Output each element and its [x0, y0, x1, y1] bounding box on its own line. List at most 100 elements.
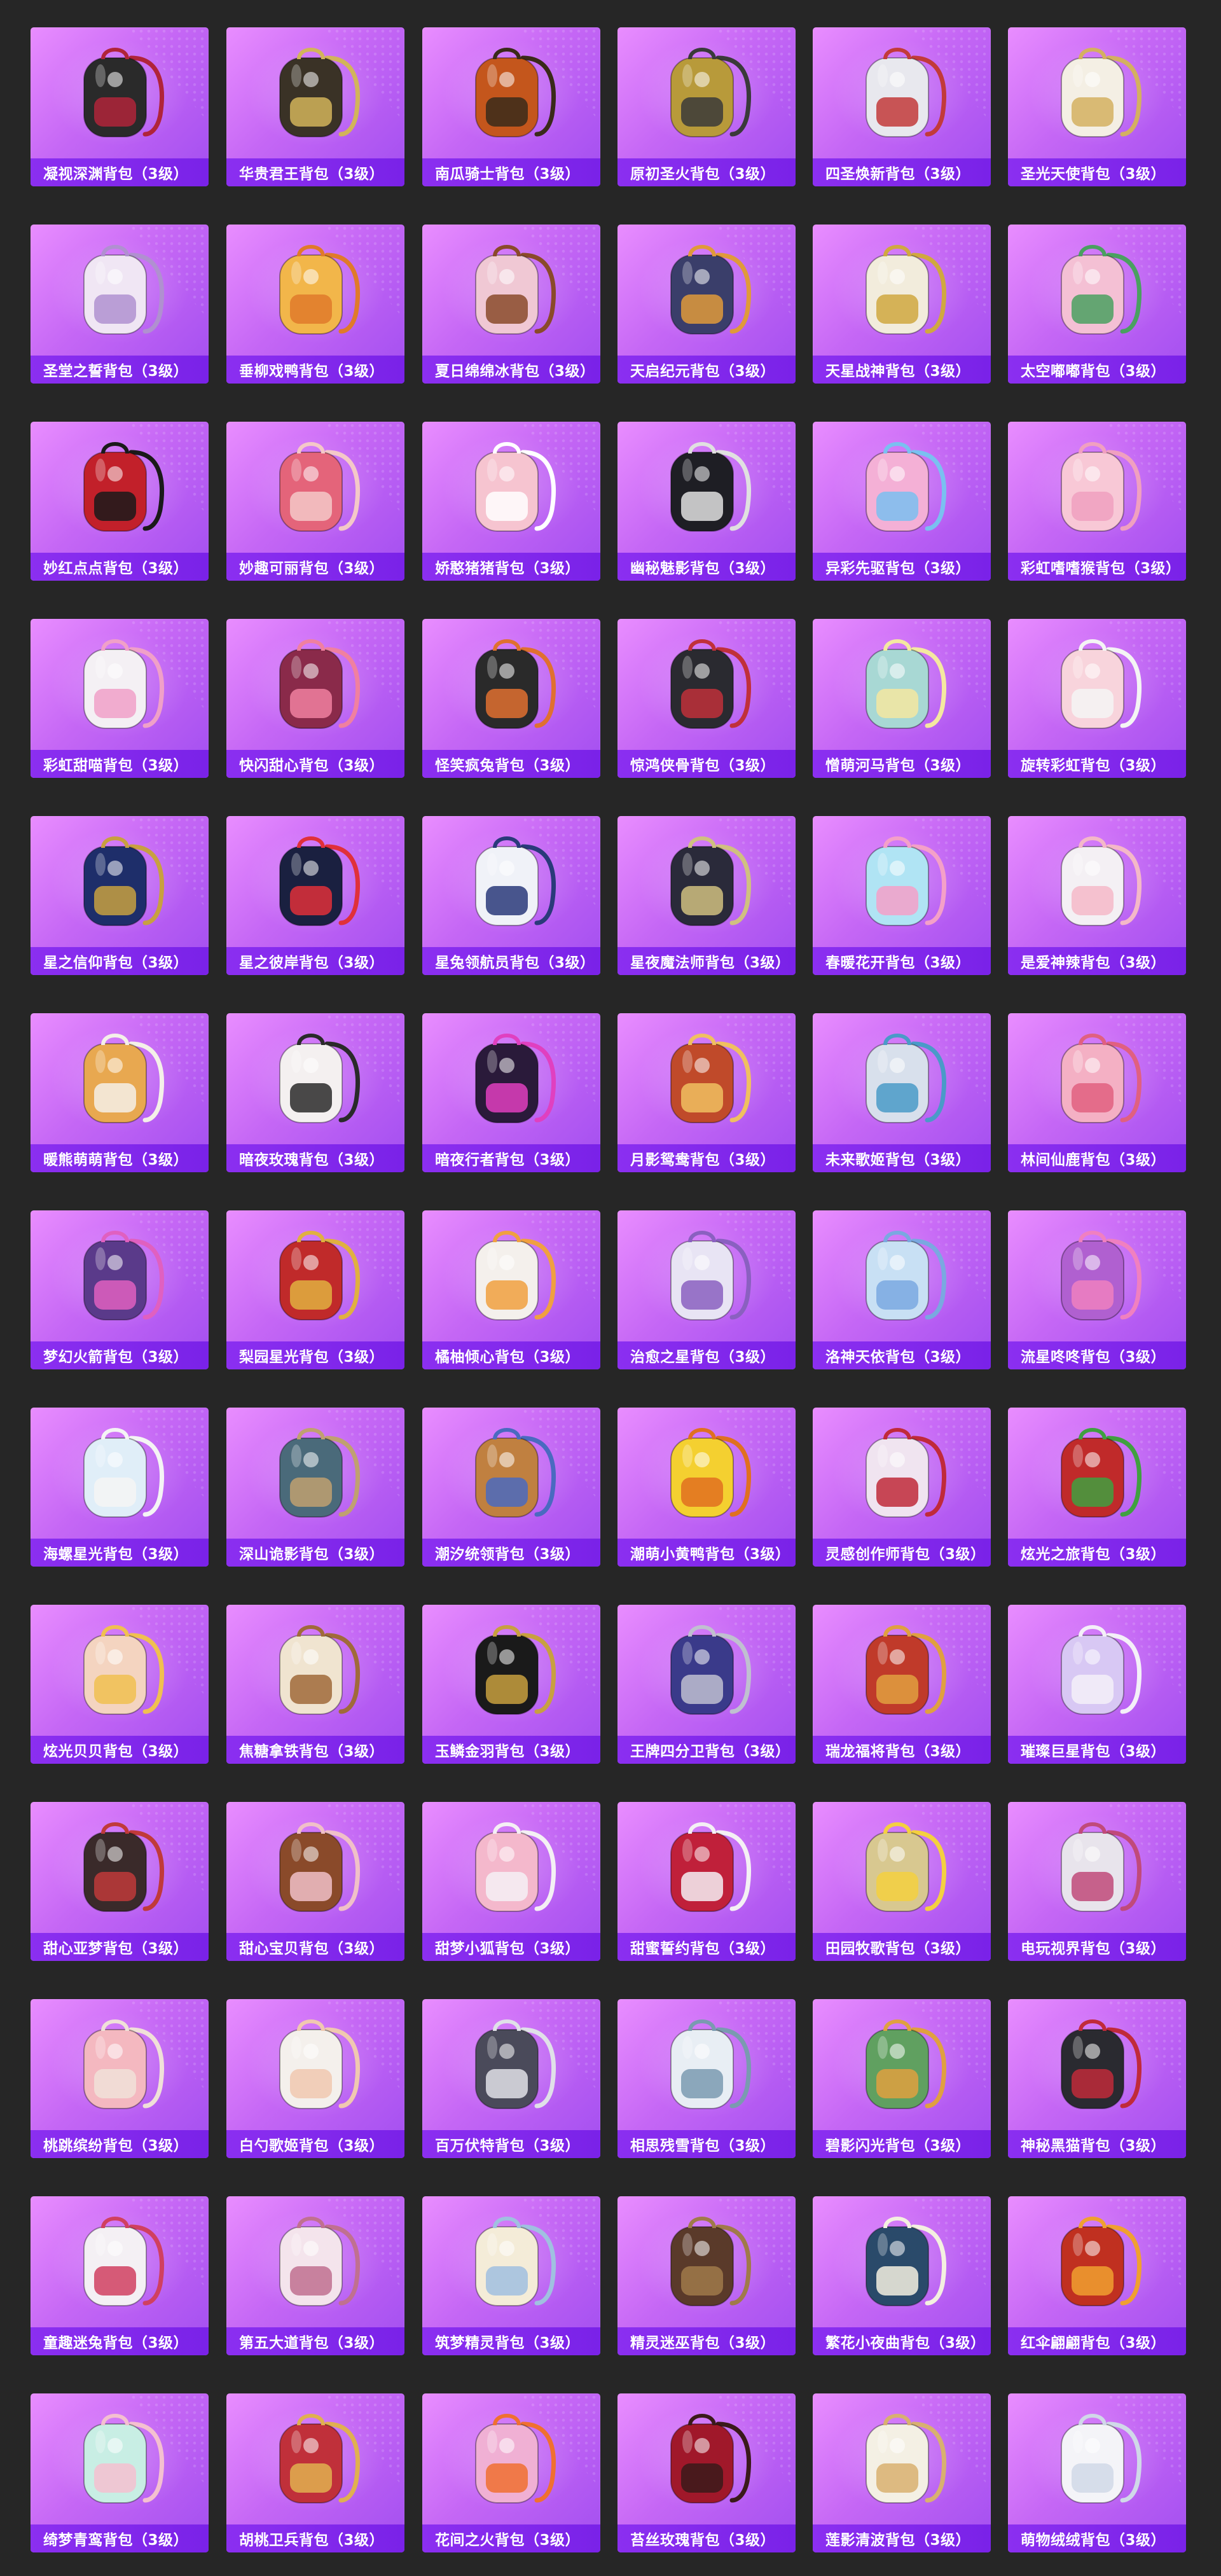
- backpack-card[interactable]: 怪笑疯兔背包（3级）: [422, 619, 600, 778]
- backpack-icon: [866, 245, 946, 335]
- item-label-bar: 海螺星光背包（3级）: [31, 1539, 209, 1567]
- backpack-icon: [670, 245, 751, 335]
- backpack-card[interactable]: 深山诡影背包（3级）: [226, 1408, 404, 1567]
- backpack-card[interactable]: 惊鸿侠骨背包（3级）: [617, 619, 796, 778]
- backpack-card[interactable]: 月影鸳鸯背包（3级）: [617, 1013, 796, 1172]
- backpack-card[interactable]: 春暖花开背包（3级）: [813, 816, 991, 975]
- backpack-card[interactable]: 花间之火背包（3级）: [422, 2393, 600, 2552]
- backpack-card[interactable]: 星兔领航员背包（3级）: [422, 816, 600, 975]
- backpack-card[interactable]: 星夜魔法师背包（3级）: [617, 816, 796, 975]
- backpack-card[interactable]: 圣堂之誓背包（3级）: [31, 225, 209, 384]
- backpack-card[interactable]: 炫光之旅背包（3级）: [1008, 1408, 1186, 1567]
- item-name: 憎萌河马背包（3级）: [825, 758, 971, 774]
- backpack-card[interactable]: 华贵君王背包（3级）: [226, 27, 404, 186]
- item-label-bar: 幽秘魅影背包（3级）: [617, 553, 796, 581]
- backpack-card[interactable]: 碧影闪光背包（3级）: [813, 1999, 991, 2158]
- backpack-card[interactable]: 白勺歌姬背包（3级）: [226, 1999, 404, 2158]
- backpack-card[interactable]: 暖熊萌萌背包（3级）: [31, 1013, 209, 1172]
- item-label-bar: 白勺歌姬背包（3级）: [226, 2130, 404, 2158]
- backpack-card[interactable]: 四圣焕新背包（3级）: [813, 27, 991, 186]
- backpack-card[interactable]: 快闪甜心背包（3级）: [226, 619, 404, 778]
- item-label-bar: 炫光贝贝背包（3级）: [31, 1736, 209, 1764]
- backpack-card[interactable]: 治愈之星背包（3级）: [617, 1210, 796, 1369]
- backpack-card[interactable]: 田园牧歌背包（3级）: [813, 1802, 991, 1961]
- backpack-card[interactable]: 流星咚咚背包（3级）: [1008, 1210, 1186, 1369]
- backpack-card[interactable]: 林间仙鹿背包（3级）: [1008, 1013, 1186, 1172]
- backpack-card[interactable]: 炫光贝贝背包（3级）: [31, 1605, 209, 1764]
- backpack-card[interactable]: 妙趣可丽背包（3级）: [226, 422, 404, 581]
- backpack-card[interactable]: 南瓜骑士背包（3级）: [422, 27, 600, 186]
- backpack-card[interactable]: 百万伏特背包（3级）: [422, 1999, 600, 2158]
- backpack-card[interactable]: 潮萌小黄鸭背包（3级）: [617, 1408, 796, 1567]
- backpack-icon: [866, 2414, 946, 2503]
- backpack-card[interactable]: 未来歌姬背包（3级）: [813, 1013, 991, 1172]
- backpack-card[interactable]: 玉鳞金羽背包（3级）: [422, 1605, 600, 1764]
- backpack-card[interactable]: 电玩视界背包（3级）: [1008, 1802, 1186, 1961]
- backpack-icon: [670, 639, 751, 729]
- backpack-card[interactable]: 彩虹嗜嗜猴背包（3级）: [1008, 422, 1186, 581]
- backpack-card[interactable]: 天启纪元背包（3级）: [617, 225, 796, 384]
- item-name: 未来歌姬背包（3级）: [825, 1152, 971, 1168]
- backpack-card[interactable]: 甜蜜誓约背包（3级）: [617, 1802, 796, 1961]
- backpack-card[interactable]: 异彩先驱背包（3级）: [813, 422, 991, 581]
- item-label-bar: 星兔领航员背包（3级）: [422, 947, 600, 975]
- backpack-card[interactable]: 童趣迷兔背包（3级）: [31, 2196, 209, 2355]
- backpack-card[interactable]: 璀璨巨星背包（3级）: [1008, 1605, 1186, 1764]
- backpack-card[interactable]: 星之信仰背包（3级）: [31, 816, 209, 975]
- backpack-card[interactable]: 神秘黑猫背包（3级）: [1008, 1999, 1186, 2158]
- backpack-card[interactable]: 灵感创作师背包（3级）: [813, 1408, 991, 1567]
- backpack-card[interactable]: 繁花小夜曲背包（3级）: [813, 2196, 991, 2355]
- backpack-card[interactable]: 暗夜玫瑰背包（3级）: [226, 1013, 404, 1172]
- backpack-card[interactable]: 甜心宝贝背包（3级）: [226, 1802, 404, 1961]
- backpack-card[interactable]: 精灵迷巫背包（3级）: [617, 2196, 796, 2355]
- backpack-card[interactable]: 憎萌河马背包（3级）: [813, 619, 991, 778]
- item-name: 怪笑疯兔背包（3级）: [435, 758, 581, 774]
- item-label-bar: 碧影闪光背包（3级）: [813, 2130, 991, 2158]
- backpack-card[interactable]: 第五大道背包（3级）: [226, 2196, 404, 2355]
- backpack-card[interactable]: 梨园星光背包（3级）: [226, 1210, 404, 1369]
- backpack-card[interactable]: 太空嘟嘟背包（3级）: [1008, 225, 1186, 384]
- backpack-card[interactable]: 萌物绒绒背包（3级）: [1008, 2393, 1186, 2552]
- backpack-card[interactable]: 洛神天依背包（3级）: [813, 1210, 991, 1369]
- backpack-card[interactable]: 胡桃卫兵背包（3级）: [226, 2393, 404, 2552]
- backpack-icon: [866, 48, 946, 137]
- item-name: 炫光贝贝背包（3级）: [43, 1743, 189, 1760]
- backpack-card[interactable]: 星之彼岸背包（3级）: [226, 816, 404, 975]
- backpack-card[interactable]: 是爱神辣背包（3级）: [1008, 816, 1186, 975]
- backpack-card[interactable]: 焦糖拿铁背包（3级）: [226, 1605, 404, 1764]
- backpack-card[interactable]: 彩虹甜喵背包（3级）: [31, 619, 209, 778]
- backpack-card[interactable]: 瑞龙福将背包（3级）: [813, 1605, 991, 1764]
- backpack-card[interactable]: 旋转彩虹背包（3级）: [1008, 619, 1186, 778]
- backpack-card[interactable]: 原初圣火背包（3级）: [617, 27, 796, 186]
- backpack-card[interactable]: 筑梦精灵背包（3级）: [422, 2196, 600, 2355]
- backpack-card[interactable]: 夏日绵绵冰背包（3级）: [422, 225, 600, 384]
- backpack-icon: [279, 1428, 360, 1518]
- backpack-card[interactable]: 桃跳缤纷背包（3级）: [31, 1999, 209, 2158]
- backpack-card[interactable]: 相思残雪背包（3级）: [617, 1999, 796, 2158]
- backpack-card[interactable]: 暗夜行者背包（3级）: [422, 1013, 600, 1172]
- backpack-card[interactable]: 潮汐统领背包（3级）: [422, 1408, 600, 1567]
- backpack-card[interactable]: 甜梦小狐背包（3级）: [422, 1802, 600, 1961]
- backpack-card[interactable]: 苔丝玫瑰背包（3级）: [617, 2393, 796, 2552]
- backpack-card[interactable]: 甜心亚梦背包（3级）: [31, 1802, 209, 1961]
- item-label-bar: 旋转彩虹背包（3级）: [1008, 750, 1186, 778]
- backpack-card[interactable]: 莲影清波背包（3级）: [813, 2393, 991, 2552]
- backpack-card[interactable]: 圣光天使背包（3级）: [1008, 27, 1186, 186]
- backpack-card[interactable]: 娇憨猪猪背包（3级）: [422, 422, 600, 581]
- backpack-card[interactable]: 妙红点点背包（3级）: [31, 422, 209, 581]
- backpack-card[interactable]: 梦幻火箭背包（3级）: [31, 1210, 209, 1369]
- backpack-card[interactable]: 王牌四分卫背包（3级）: [617, 1605, 796, 1764]
- backpack-card[interactable]: 海螺星光背包（3级）: [31, 1408, 209, 1567]
- backpack-card[interactable]: 垂柳戏鸭背包（3级）: [226, 225, 404, 384]
- item-name: 神秘黑猫背包（3级）: [1021, 2138, 1166, 2154]
- backpack-icon: [1061, 836, 1142, 926]
- backpack-icon: [475, 1231, 556, 1320]
- item-name: 海螺星光背包（3级）: [43, 1546, 189, 1563]
- backpack-card[interactable]: 天星战神背包（3级）: [813, 225, 991, 384]
- backpack-card[interactable]: 凝视深渊背包（3级）: [31, 27, 209, 186]
- item-name: 异彩先驱背包（3级）: [825, 560, 971, 577]
- backpack-card[interactable]: 红伞翩翩背包（3级）: [1008, 2196, 1186, 2355]
- backpack-card[interactable]: 幽秘魅影背包（3级）: [617, 422, 796, 581]
- backpack-card[interactable]: 橘柚倾心背包（3级）: [422, 1210, 600, 1369]
- backpack-card[interactable]: 绮梦青鸾背包（3级）: [31, 2393, 209, 2552]
